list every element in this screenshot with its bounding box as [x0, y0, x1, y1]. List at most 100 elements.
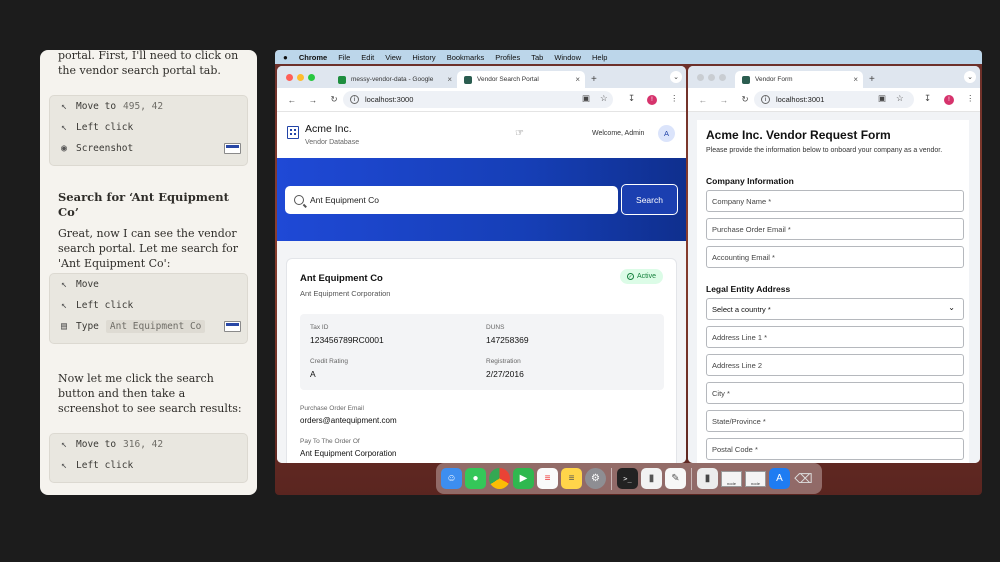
accounting-email-field[interactable]: Accounting Email *	[706, 246, 964, 268]
company-name-field[interactable]: Company Name *	[706, 190, 964, 212]
credit-rating-value: A	[310, 369, 316, 379]
close-tab-icon[interactable]: ×	[853, 75, 858, 84]
tab-spreadsheet[interactable]: messy-vendor-data - Google ×	[331, 71, 457, 88]
apple-icon[interactable]: ●	[283, 53, 288, 62]
close-tab-icon[interactable]: ×	[447, 75, 452, 84]
finder-icon[interactable]: ☺	[441, 468, 462, 489]
new-tab-button[interactable]: +	[869, 74, 875, 85]
document-icon[interactable]: ▮	[697, 468, 718, 489]
chrome-icon[interactable]	[489, 468, 510, 489]
url-input[interactable]: i localhost:3001	[754, 91, 914, 108]
forward-icon[interactable]: →	[307, 95, 319, 105]
more-menu-icon[interactable]: ⋮	[670, 93, 679, 104]
tab-vendor-search[interactable]: Vendor Search Portal ×	[457, 71, 585, 88]
menu-profiles[interactable]: Profiles	[495, 53, 520, 62]
menu-file[interactable]: File	[338, 53, 350, 62]
menu-help[interactable]: Help	[592, 53, 607, 62]
close-window-button[interactable]	[697, 74, 704, 81]
state-field[interactable]: State/Province *	[706, 410, 964, 432]
vendor-name: Ant Equipment Co	[300, 273, 383, 284]
download-icon[interactable]: ↧	[628, 93, 635, 104]
textedit-icon[interactable]: ✎	[665, 468, 686, 489]
action-card: ↖ Move to 495, 42 ↖ Left click ◉ Screens…	[49, 95, 248, 166]
settings-icon[interactable]: ⚙	[585, 468, 606, 489]
po-email-field[interactable]: Purchase Order Email *	[706, 218, 964, 240]
forward-icon[interactable]: →	[718, 95, 730, 105]
download-icon[interactable]: ↧	[924, 93, 931, 104]
address-line1-field[interactable]: Address Line 1 *	[706, 326, 964, 348]
menu-view[interactable]: View	[385, 53, 401, 62]
reminders-icon[interactable]: ≡	[537, 468, 558, 489]
menu-window[interactable]: Window	[554, 53, 581, 62]
bookmark-star-icon[interactable]: ☆	[600, 93, 608, 104]
appstore-icon[interactable]: A	[769, 468, 790, 489]
assistant-message: portal. First, I'll need to click on the…	[58, 50, 239, 77]
window-controls	[697, 74, 726, 81]
city-field[interactable]: City *	[706, 382, 964, 404]
dock-divider	[611, 467, 612, 490]
screenshot-thumb[interactable]: node	[721, 470, 742, 487]
vendor-legal-name: Ant Equipment Corporation	[300, 289, 391, 298]
minimize-window-button[interactable]	[708, 74, 715, 81]
reload-icon[interactable]: ↻	[739, 94, 751, 105]
trash-icon[interactable]: ⌫	[793, 468, 814, 489]
country-select[interactable]: Select a country * ⌄	[706, 298, 964, 320]
browser-window-search: messy-vendor-data - Google × Vendor Sear…	[277, 66, 686, 463]
profile-avatar[interactable]: !	[944, 95, 954, 105]
tab-search-chevron-icon[interactable]: ⌄	[670, 71, 682, 83]
search-input[interactable]: Ant Equipment Co	[285, 186, 618, 214]
tab-vendor-form[interactable]: Vendor Form ×	[735, 71, 863, 88]
screenshot-thumbnail[interactable]	[224, 143, 241, 154]
vendor-result-card[interactable]: Ant Equipment Co Ant Equipment Corporati…	[286, 258, 677, 463]
install-icon[interactable]: ▣	[582, 93, 590, 104]
notes-icon[interactable]: ≡	[561, 468, 582, 489]
profile-avatar[interactable]: !	[647, 95, 657, 105]
address-bar-row: ← → ↻ i localhost:3000 ▣ ☆ ↧ ! ⋮	[277, 88, 686, 112]
vendor-details-grid: Tax ID 123456789RC0001 DUNS 147258369 Cr…	[300, 314, 664, 390]
bookmark-star-icon[interactable]: ☆	[896, 93, 904, 104]
maximize-window-button[interactable]	[308, 74, 315, 81]
back-icon[interactable]: ←	[286, 95, 298, 105]
tab-search-chevron-icon[interactable]: ⌄	[964, 71, 976, 83]
action-row: ↖ Move to 316, 42	[50, 434, 247, 455]
messages-icon[interactable]: ●	[465, 468, 486, 489]
postal-code-field[interactable]: Postal Code *	[706, 438, 964, 460]
credit-rating-label: Credit Rating	[310, 358, 348, 365]
close-tab-icon[interactable]: ×	[575, 75, 580, 84]
welcome-text: Welcome, Admin	[592, 130, 645, 137]
close-window-button[interactable]	[286, 74, 293, 81]
search-button[interactable]: Search	[621, 184, 678, 215]
menu-chrome[interactable]: Chrome	[299, 53, 327, 62]
keyboard-icon: ▤	[60, 321, 68, 332]
cursor-icon: ↖	[60, 101, 68, 112]
menu-bar: ● Chrome File Edit View History Bookmark…	[275, 50, 982, 64]
minimize-window-button[interactable]	[297, 74, 304, 81]
avatar[interactable]: A	[658, 125, 675, 142]
screenshot-thumb[interactable]: node	[745, 470, 766, 487]
tax-id-label: Tax ID	[310, 324, 329, 331]
new-tab-button[interactable]: +	[591, 74, 597, 85]
site-info-icon[interactable]: i	[761, 95, 770, 104]
screenshot-thumbnail[interactable]	[224, 321, 241, 332]
menu-edit[interactable]: Edit	[361, 53, 374, 62]
cursor-icon: ↖	[60, 439, 68, 450]
search-hero: Ant Equipment Co Search	[277, 158, 686, 241]
registration-label: Registration	[486, 358, 521, 365]
pay-to-value: Ant Equipment Corporation	[300, 449, 397, 458]
maximize-window-button[interactable]	[719, 74, 726, 81]
vendor-request-form: Acme Inc. Vendor Request Form Please pro…	[697, 120, 969, 463]
menu-history[interactable]: History	[412, 53, 435, 62]
more-menu-icon[interactable]: ⋮	[966, 93, 975, 104]
menu-bookmarks[interactable]: Bookmarks	[447, 53, 485, 62]
back-icon[interactable]: ←	[697, 95, 709, 105]
menu-tab[interactable]: Tab	[531, 53, 543, 62]
form-title: Acme Inc. Vendor Request Form	[706, 128, 891, 142]
install-icon[interactable]: ▣	[878, 93, 886, 104]
terminal-icon[interactable]: >_	[617, 468, 638, 489]
facetime-icon[interactable]: ▶	[513, 468, 534, 489]
reload-icon[interactable]: ↻	[328, 94, 340, 105]
url-input[interactable]: i localhost:3000	[343, 91, 613, 108]
site-info-icon[interactable]: i	[350, 95, 359, 104]
file-icon[interactable]: ▮	[641, 468, 662, 489]
address-line2-field[interactable]: Address Line 2	[706, 354, 964, 376]
